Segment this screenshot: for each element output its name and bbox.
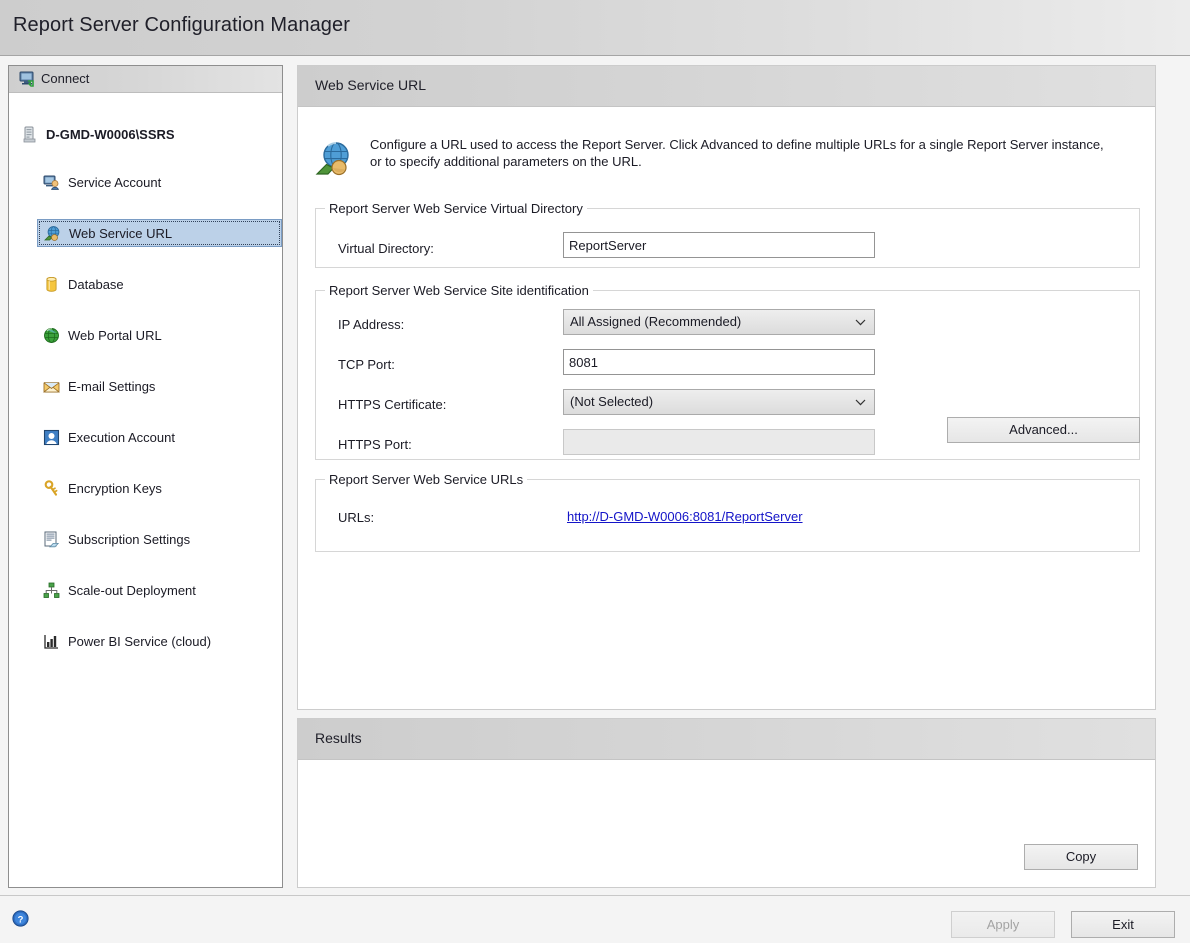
chevron-down-icon bbox=[855, 310, 866, 334]
sidebar-connect-bar[interactable]: Connect bbox=[9, 66, 282, 93]
main-panel-header: Web Service URL bbox=[298, 66, 1155, 107]
sidebar-item-label: Web Portal URL bbox=[68, 327, 162, 343]
urls-label: URLs: bbox=[338, 510, 375, 525]
service-account-icon bbox=[43, 174, 60, 191]
subscription-icon bbox=[43, 531, 60, 548]
email-icon bbox=[42, 378, 61, 395]
copy-button[interactable]: Copy bbox=[1024, 844, 1138, 870]
help-icon[interactable]: ? bbox=[12, 910, 29, 927]
results-title: Results bbox=[315, 730, 362, 746]
connect-computer-icon bbox=[18, 71, 36, 88]
database-icon bbox=[43, 276, 60, 293]
sidebar-item-power-bi-service[interactable]: Power BI Service (cloud) bbox=[37, 627, 282, 655]
sidebar-item-label: Web Service URL bbox=[69, 225, 173, 241]
sidebar-item-web-portal-url[interactable]: Web Portal URL bbox=[37, 321, 282, 349]
https-certificate-label: HTTPS Certificate: bbox=[338, 397, 447, 412]
svg-text:?: ? bbox=[18, 914, 24, 925]
sidebar-item-label: Scale-out Deployment bbox=[68, 582, 196, 598]
sidebar-item-email-settings[interactable]: E-mail Settings bbox=[37, 372, 282, 400]
ip-address-value: All Assigned (Recommended) bbox=[570, 314, 742, 329]
window-title-bar: Report Server Configuration Manager bbox=[0, 0, 1190, 56]
sidebar-item-label: Power BI Service (cloud) bbox=[68, 633, 212, 649]
sidebar-item-label: Service Account bbox=[68, 174, 162, 190]
sidebar-item-label: E-mail Settings bbox=[68, 378, 156, 394]
power-bi-icon bbox=[43, 633, 60, 650]
main-content-panel: Web Service URL Configure a URL used to … bbox=[297, 65, 1156, 710]
virtual-directory-group-title: Report Server Web Service Virtual Direct… bbox=[325, 201, 587, 216]
exit-button[interactable]: Exit bbox=[1071, 911, 1175, 938]
virtual-directory-label: Virtual Directory: bbox=[338, 241, 434, 256]
window-title: Report Server Configuration Manager bbox=[13, 14, 351, 36]
apply-button[interactable]: Apply bbox=[951, 911, 1055, 938]
https-certificate-value: (Not Selected) bbox=[570, 394, 654, 409]
web-service-urls-group-title: Report Server Web Service URLs bbox=[325, 472, 528, 487]
results-header: Results bbox=[298, 719, 1155, 760]
results-body: Copy bbox=[298, 760, 1155, 887]
sidebar-item-encryption-keys[interactable]: Encryption Keys bbox=[37, 474, 282, 502]
sidebar-item-label: Encryption Keys bbox=[68, 480, 162, 496]
https-port-input[interactable] bbox=[563, 429, 875, 455]
execution-account-icon bbox=[43, 429, 60, 446]
footer-bar: ? Apply Exit bbox=[0, 895, 1190, 943]
ip-address-dropdown[interactable]: All Assigned (Recommended) bbox=[563, 309, 875, 335]
sidebar-item-database[interactable]: Database bbox=[37, 270, 282, 298]
tcp-port-input[interactable] bbox=[563, 349, 875, 375]
sidebar-item-service-account[interactable]: Service Account bbox=[37, 168, 282, 196]
virtual-directory-input[interactable] bbox=[563, 232, 875, 258]
key-icon bbox=[43, 479, 60, 497]
sidebar-item-subscription-settings[interactable]: Subscription Settings bbox=[37, 525, 282, 553]
tcp-port-label: TCP Port: bbox=[338, 357, 395, 372]
advanced-button[interactable]: Advanced... bbox=[947, 417, 1140, 443]
page-title: Web Service URL bbox=[315, 77, 427, 93]
page-description-row: Configure a URL used to access the Repor… bbox=[315, 136, 1115, 178]
sidebar-root-node[interactable]: D-GMD-W0006\SSRS bbox=[9, 121, 282, 147]
sidebar-root-label: D-GMD-W0006\SSRS bbox=[46, 126, 175, 142]
ip-address-label: IP Address: bbox=[338, 317, 405, 332]
sidebar-panel: Connect D-GMD-W0006\SSRS Service Account… bbox=[8, 65, 283, 888]
sidebar-item-execution-account[interactable]: Execution Account bbox=[37, 423, 282, 451]
chevron-down-icon bbox=[855, 390, 866, 414]
sidebar-item-label: Database bbox=[68, 276, 124, 292]
globe-icon bbox=[43, 327, 60, 344]
page-description-text: Configure a URL used to access the Repor… bbox=[370, 137, 1104, 169]
web-service-url-icon bbox=[44, 225, 61, 242]
sidebar-item-label: Subscription Settings bbox=[68, 531, 191, 547]
scale-out-icon bbox=[43, 582, 60, 599]
web-service-globe-icon bbox=[315, 140, 353, 178]
https-certificate-dropdown[interactable]: (Not Selected) bbox=[563, 389, 875, 415]
sidebar-connect-label: Connect bbox=[41, 71, 90, 86]
https-port-label: HTTPS Port: bbox=[338, 437, 412, 452]
sidebar-item-label: Execution Account bbox=[68, 429, 175, 445]
results-panel: Results Copy bbox=[297, 718, 1156, 888]
sidebar-item-web-service-url[interactable]: Web Service URL bbox=[37, 219, 282, 247]
site-identification-group-title: Report Server Web Service Site identific… bbox=[325, 283, 593, 298]
report-server-url-link[interactable]: http://D-GMD-W0006:8081/ReportServer bbox=[567, 509, 803, 524]
server-icon bbox=[21, 126, 38, 143]
sidebar-item-scale-out-deployment[interactable]: Scale-out Deployment bbox=[37, 576, 282, 604]
